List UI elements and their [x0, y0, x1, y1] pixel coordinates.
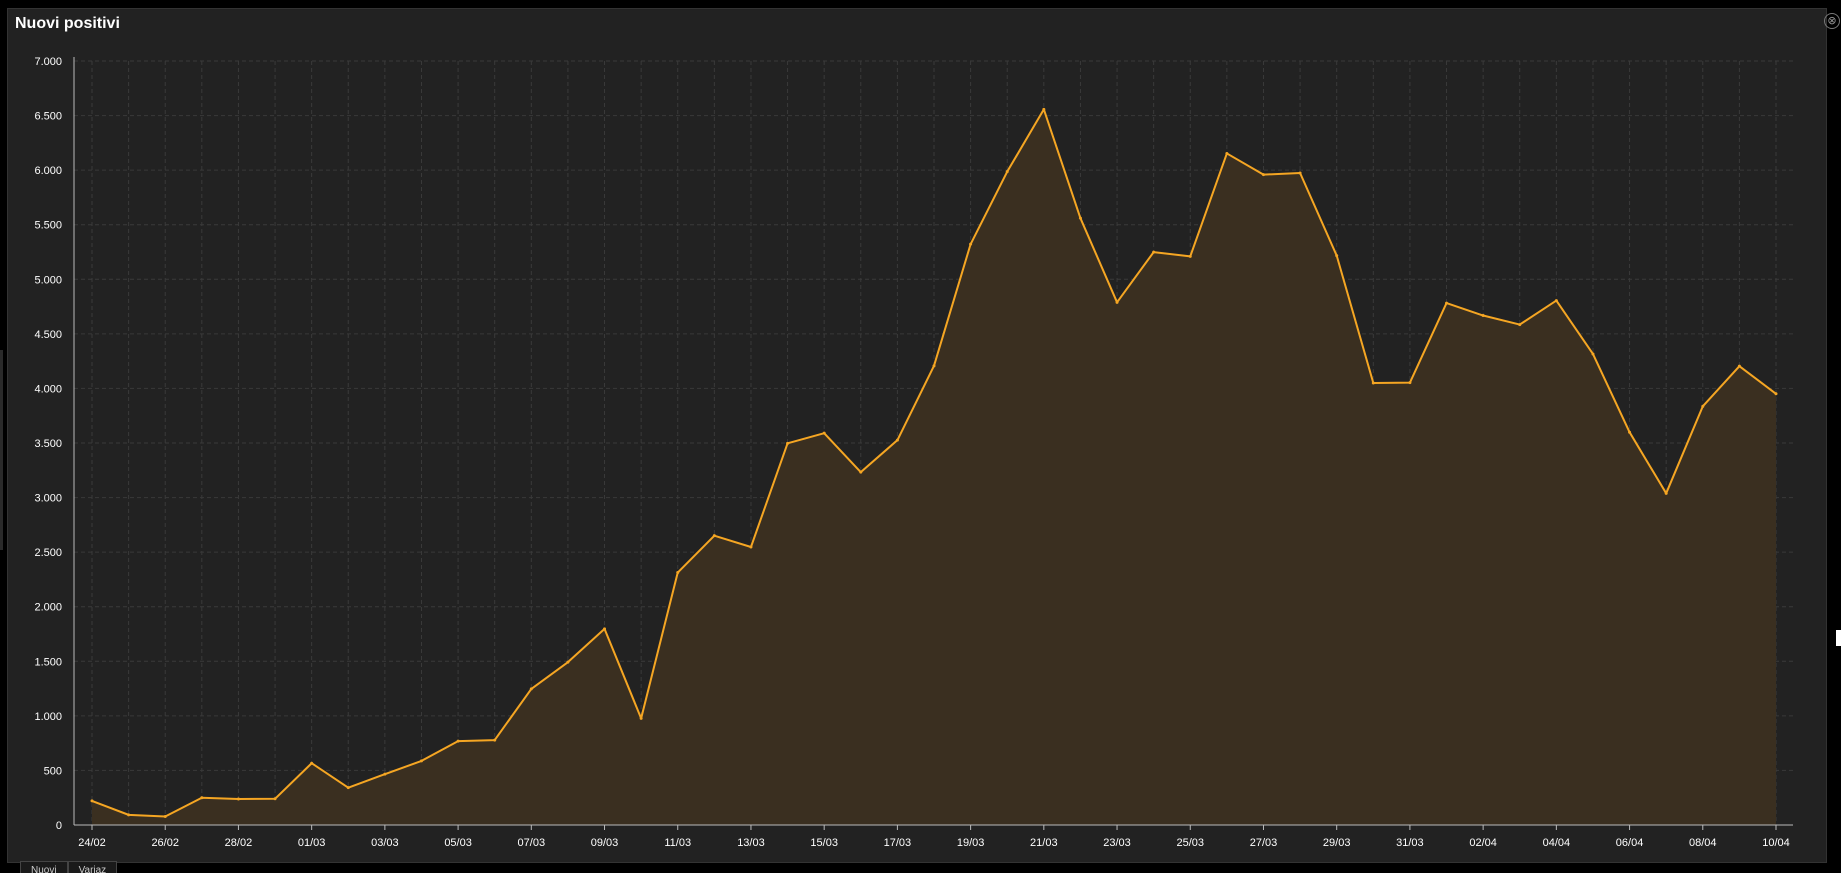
x-tick-label: 28/02 [225, 837, 253, 849]
data-point [1628, 430, 1632, 434]
data-point [1298, 171, 1302, 175]
data-point [419, 759, 423, 763]
data-point [1115, 300, 1119, 304]
data-point [1371, 381, 1375, 385]
data-point [712, 534, 716, 538]
data-point [676, 571, 680, 575]
data-point [163, 814, 167, 818]
y-tick-label: 4.000 [34, 383, 62, 395]
x-tick-label: 03/03 [371, 837, 399, 849]
data-point [1554, 299, 1558, 303]
y-tick-label: 3.000 [34, 493, 62, 505]
right-window-edge [1836, 630, 1841, 646]
data-point [1408, 381, 1412, 385]
data-point [639, 716, 643, 720]
y-tick-label: 1.000 [34, 711, 62, 723]
data-point [1152, 250, 1156, 254]
data-point [895, 438, 899, 442]
data-point [1078, 216, 1082, 220]
data-point [1774, 392, 1778, 396]
x-tick-label: 07/03 [518, 837, 546, 849]
data-point [346, 786, 350, 790]
data-point [1005, 170, 1009, 174]
y-tick-label: 6.000 [34, 165, 62, 177]
bottom-tabs: Nuovi Variaz [20, 861, 118, 873]
data-point [1664, 491, 1668, 495]
tab-nuovi[interactable]: Nuovi [20, 861, 68, 873]
data-point [749, 545, 753, 549]
y-tick-label: 6.500 [34, 111, 62, 123]
x-tick-labels: 24/02 26/02 28/02 01/03 03/03 05/03 07/03 09/03… [78, 837, 1790, 849]
x-tick-label: 08/04 [1689, 837, 1717, 849]
data-point [1188, 254, 1192, 258]
y-tick-label: 3.500 [34, 438, 62, 450]
x-tick-label: 24/02 [78, 837, 106, 849]
data-point [786, 441, 790, 445]
x-tick-label: 05/03 [444, 837, 472, 849]
x-tick-label: 09/03 [591, 837, 619, 849]
y-tick-label: 2.000 [34, 602, 62, 614]
data-point [1481, 314, 1485, 318]
chart-svg: 0 500 1.000 1.500 2.000 2.500 3.000 3.500 4.000 4… [34, 56, 1793, 849]
data-point [822, 431, 826, 435]
data-point [127, 813, 131, 817]
data-point [200, 796, 204, 800]
data-point [456, 739, 460, 743]
data-point [1335, 254, 1339, 258]
data-point [1225, 151, 1229, 155]
data-point [859, 470, 863, 474]
data-point [236, 797, 240, 801]
data-point [493, 738, 497, 742]
data-point [1445, 301, 1449, 305]
y-tick-label: 1.500 [34, 656, 62, 668]
data-point [1737, 364, 1741, 368]
data-point [383, 772, 387, 776]
x-tick-label: 23/03 [1103, 837, 1131, 849]
x-tick-label: 04/04 [1543, 837, 1571, 849]
x-tick-label: 11/03 [664, 837, 691, 849]
x-tick-label: 01/03 [298, 837, 326, 849]
data-point [90, 799, 94, 803]
x-tick-label: 02/04 [1469, 837, 1497, 849]
data-point [310, 761, 314, 765]
x-tick-label: 26/02 [151, 837, 179, 849]
data-point [1042, 107, 1046, 111]
x-tick-label: 21/03 [1030, 837, 1058, 849]
y-tick-label: 2.500 [34, 547, 62, 559]
data-point [1701, 404, 1705, 408]
data-point [969, 242, 973, 246]
y-tick-label: 500 [44, 765, 62, 777]
data-point [1261, 173, 1265, 177]
x-tick-label: 15/03 [810, 837, 838, 849]
x-tick-label: 10/04 [1762, 837, 1790, 849]
x-tick-label: 31/03 [1396, 837, 1424, 849]
x-tick-label: 17/03 [884, 837, 912, 849]
y-tick-label: 0 [56, 820, 62, 832]
data-point [932, 364, 936, 368]
y-tick-label: 4.500 [34, 329, 62, 341]
y-tick-label: 5.000 [34, 274, 62, 286]
y-tick-label: 5.500 [34, 220, 62, 232]
tab-variazione[interactable]: Variaz [67, 861, 118, 873]
data-point [529, 687, 533, 691]
y-tick-labels: 0 500 1.000 1.500 2.000 2.500 3.000 3.500 4.000 4… [34, 56, 62, 832]
x-tick-label: 13/03 [737, 837, 765, 849]
x-tick-label: 25/03 [1176, 837, 1204, 849]
data-point [1591, 352, 1595, 356]
x-tick-label: 06/04 [1616, 837, 1644, 849]
data-point [603, 627, 607, 631]
x-tick-label: 29/03 [1323, 837, 1351, 849]
data-point [566, 660, 570, 664]
x-tick-label: 27/03 [1250, 837, 1278, 849]
y-tick-label: 7.000 [34, 56, 62, 68]
x-tick-label: 19/03 [957, 837, 985, 849]
data-point [1518, 323, 1522, 327]
data-point [273, 797, 277, 801]
